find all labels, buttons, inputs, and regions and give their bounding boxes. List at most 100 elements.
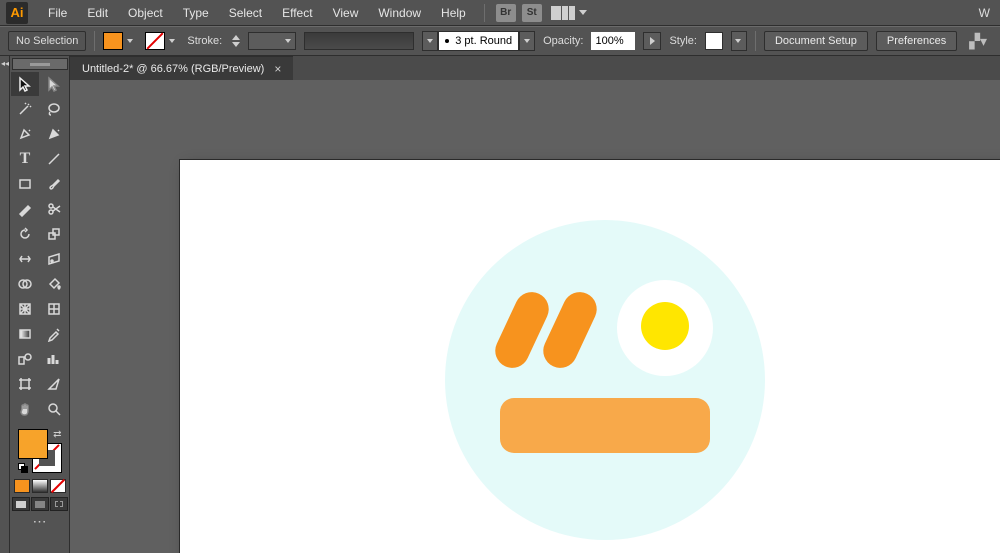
blend-tool[interactable]: [11, 347, 39, 371]
brush-next-dd[interactable]: [519, 31, 535, 51]
pen-tool[interactable]: [11, 122, 39, 146]
chevron-down-icon: [169, 39, 175, 43]
magic-wand-tool[interactable]: [11, 97, 39, 121]
line-segment-tool[interactable]: [40, 147, 68, 171]
curvature-tool[interactable]: [40, 122, 68, 146]
control-bar: No Selection Stroke: 3 pt. Round Opacity…: [0, 26, 1000, 56]
selection-indicator: No Selection: [8, 31, 86, 51]
divider: [755, 31, 756, 51]
edit-toolbar-icon[interactable]: ⋯: [33, 513, 47, 530]
graphic-style-swatch[interactable]: [705, 32, 723, 50]
fill-swatch-dropdown[interactable]: [103, 32, 137, 50]
free-transform-tool[interactable]: [40, 247, 68, 271]
eyedropper-tool[interactable]: [40, 322, 68, 346]
document-setup-button[interactable]: Document Setup: [764, 31, 868, 51]
chevron-down-icon: [285, 39, 291, 43]
color-mode-none[interactable]: [50, 479, 66, 493]
variable-width-profile[interactable]: [304, 32, 414, 50]
color-mode-row: [14, 479, 66, 493]
shape-egg-yolk[interactable]: [641, 302, 689, 350]
chevron-down-icon[interactable]: [579, 10, 587, 15]
column-graph-tool[interactable]: [40, 347, 68, 371]
menu-object[interactable]: Object: [118, 0, 173, 26]
color-mode-gradient[interactable]: [32, 479, 48, 493]
opacity-field[interactable]: 100%: [591, 32, 635, 50]
artwork-group[interactable]: [445, 220, 765, 540]
menu-view[interactable]: View: [323, 0, 369, 26]
expand-panels-icon[interactable]: ◂◂: [1, 59, 9, 68]
color-mode-solid[interactable]: [14, 479, 30, 493]
menu-window[interactable]: Window: [368, 0, 431, 26]
document-area: Untitled-2* @ 66.67% (RGB/Preview) ×: [70, 56, 1000, 553]
chevron-down-icon: [127, 39, 133, 43]
canvas[interactable]: [70, 80, 1000, 553]
app-logo: Ai: [6, 2, 28, 24]
menu-edit[interactable]: Edit: [77, 0, 118, 26]
menu-help[interactable]: Help: [431, 0, 476, 26]
opacity-popup-button[interactable]: [643, 32, 661, 50]
fill-stroke-indicator[interactable]: ⇄: [18, 429, 62, 473]
menu-file[interactable]: File: [38, 0, 77, 26]
brush-definition-dropdown[interactable]: 3 pt. Round: [438, 31, 519, 51]
mesh-tool[interactable]: [40, 297, 68, 321]
stock-icon[interactable]: St: [522, 4, 542, 22]
workspace-label[interactable]: W: [979, 6, 994, 20]
selection-tool[interactable]: [11, 72, 39, 96]
menu-type[interactable]: Type: [173, 0, 219, 26]
stroke-swatch-dropdown[interactable]: [145, 32, 179, 50]
shaper-tool[interactable]: [11, 197, 39, 221]
scale-tool[interactable]: [40, 222, 68, 246]
zoom-tool[interactable]: [40, 397, 68, 421]
rectangle-tool[interactable]: [11, 172, 39, 196]
default-fill-stroke-icon[interactable]: [18, 463, 28, 473]
shape-orange-bar[interactable]: [500, 398, 710, 453]
preferences-button[interactable]: Preferences: [876, 31, 957, 51]
document-tab-title: Untitled-2* @ 66.67% (RGB/Preview): [82, 63, 264, 75]
sync-icon[interactable]: ✓⃕: [597, 4, 621, 22]
stroke-weight-field[interactable]: [248, 32, 296, 50]
shape-builder-tool[interactable]: [11, 272, 39, 296]
bridge-icon[interactable]: Br: [496, 4, 516, 22]
collapsed-panel-strip[interactable]: ◂◂: [0, 56, 10, 553]
draw-inside-icon[interactable]: [50, 497, 68, 511]
stroke-swatch-none[interactable]: [145, 32, 165, 50]
type-tool[interactable]: T: [11, 147, 39, 171]
stroke-label: Stroke:: [187, 35, 222, 47]
lasso-tool[interactable]: [40, 97, 68, 121]
align-flyout-icon[interactable]: ▞▾: [969, 33, 987, 50]
screen-mode-row: [12, 497, 68, 511]
artboard[interactable]: [180, 160, 1000, 553]
close-icon[interactable]: ×: [274, 62, 281, 76]
hand-tool[interactable]: [11, 397, 39, 421]
stroke-weight-stepper[interactable]: [232, 35, 240, 47]
direct-selection-tool[interactable]: [40, 72, 68, 96]
fill-swatch[interactable]: [103, 32, 123, 50]
divider: [484, 4, 485, 22]
shape-background-circle[interactable]: [445, 220, 765, 540]
graphic-style-dd[interactable]: [731, 31, 747, 51]
opacity-label: Opacity:: [543, 35, 583, 47]
document-tab[interactable]: Untitled-2* @ 66.67% (RGB/Preview) ×: [70, 56, 293, 80]
brush-name: 3 pt. Round: [455, 35, 512, 47]
width-tool[interactable]: [11, 247, 39, 271]
perspective-grid-tool[interactable]: [11, 297, 39, 321]
scissors-tool[interactable]: [40, 197, 68, 221]
tools-panel: T: [10, 56, 70, 553]
rotate-tool[interactable]: [11, 222, 39, 246]
live-paint-bucket-tool[interactable]: [40, 272, 68, 296]
arrange-documents-icon[interactable]: [551, 6, 575, 20]
menu-select[interactable]: Select: [219, 0, 272, 26]
tools-panel-grip[interactable]: [12, 58, 68, 70]
style-label: Style:: [669, 35, 697, 47]
paintbrush-tool[interactable]: [40, 172, 68, 196]
draw-behind-icon[interactable]: [31, 497, 49, 511]
draw-normal-icon[interactable]: [12, 497, 30, 511]
divider: [94, 31, 95, 51]
slice-tool[interactable]: [40, 372, 68, 396]
gradient-tool[interactable]: [11, 322, 39, 346]
brush-prev-dd[interactable]: [422, 31, 438, 51]
fill-color-box[interactable]: [18, 429, 48, 459]
artboard-tool[interactable]: [11, 372, 39, 396]
swap-fill-stroke-icon[interactable]: ⇄: [53, 429, 61, 440]
menu-effect[interactable]: Effect: [272, 0, 322, 26]
